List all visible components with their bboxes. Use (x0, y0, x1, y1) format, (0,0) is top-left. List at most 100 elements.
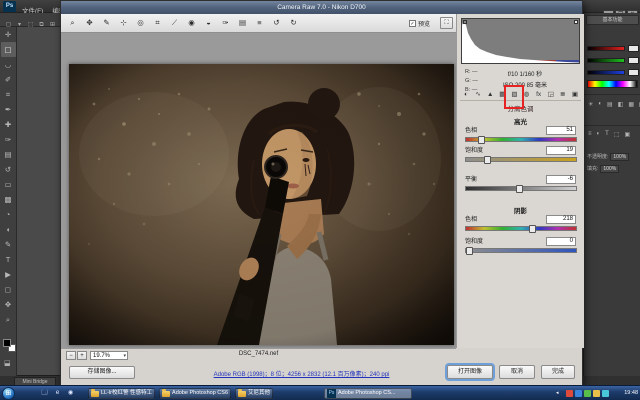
shadow-hue-slider[interactable] (465, 226, 577, 231)
tray-ime-icon[interactable] (602, 390, 609, 397)
foreground-color-swatch[interactable] (3, 339, 11, 347)
adjustment-icon[interactable]: ▤ (607, 101, 613, 108)
move-tool[interactable]: ✛ (1, 27, 16, 42)
gradient-tool[interactable]: ▩ (1, 192, 16, 207)
crop-tool[interactable]: ⌗ (1, 87, 16, 102)
eyedropper-tool[interactable]: ✒ (1, 102, 16, 117)
slider-handle[interactable] (466, 247, 473, 255)
color-ramp[interactable] (587, 80, 638, 88)
photo-preview[interactable] (69, 64, 454, 345)
color-value-green[interactable] (628, 57, 639, 64)
graduated-filter-tool-icon[interactable]: ▤ (234, 16, 251, 30)
quick-selection-tool[interactable]: ✐ (1, 72, 16, 87)
screen-mode-icon[interactable]: ⬓ (4, 359, 11, 367)
slider-handle[interactable] (516, 185, 523, 193)
type-tool[interactable]: T (1, 252, 16, 267)
taskbar-app-button-photoshop[interactable]: Ps Adobe Photoshop CS... (324, 388, 412, 399)
tray-antivirus-icon[interactable] (566, 390, 573, 397)
path-selection-tool[interactable]: ▶ (1, 267, 16, 282)
highlight-hue-value[interactable]: 51 (546, 126, 576, 135)
fullscreen-toggle-icon[interactable]: ⛶ (440, 17, 453, 29)
pen-tool[interactable]: ✎ (1, 237, 16, 252)
layers-filter-icon[interactable]: ▣ (624, 131, 630, 138)
color-value-blue[interactable] (628, 69, 639, 76)
highlight-saturation-slider[interactable] (465, 157, 577, 162)
color-slider-green[interactable] (587, 58, 625, 63)
shadow-clip-indicator-icon[interactable] (463, 20, 467, 24)
hand-tool[interactable]: ✥ (1, 297, 16, 312)
adjustment-icon[interactable]: ☀ (588, 101, 593, 108)
marquee-tool[interactable]: ▢ (1, 42, 16, 57)
tab-effects[interactable]: fx (533, 89, 545, 100)
option-icon[interactable]: ⬚ (25, 18, 36, 32)
tab-detail[interactable]: ▲ (484, 89, 496, 100)
quicklaunch-ie-icon[interactable]: e (53, 389, 62, 398)
taskbar-clock[interactable]: 19:48 (624, 386, 638, 400)
preferences-icon[interactable]: ≡ (251, 16, 268, 30)
tab-tone-curve[interactable]: ∿ (472, 89, 484, 100)
shape-tool[interactable]: ◻ (1, 282, 16, 297)
zoom-tool-icon[interactable]: ⌕ (64, 16, 81, 30)
checkbox-icon[interactable]: ✓ (409, 20, 416, 27)
healing-brush-tool[interactable]: ✚ (1, 117, 16, 132)
taskbar-folder-button[interactable]: 艾尼其他 (235, 388, 273, 399)
color-slider-blue[interactable] (587, 70, 625, 75)
quicklaunch-explorer-icon[interactable]: 🗔 (40, 389, 49, 398)
layers-filter-icon[interactable]: ≡ (588, 131, 592, 138)
open-image-button[interactable]: 打开图像 (447, 365, 493, 379)
slider-handle[interactable] (529, 225, 536, 233)
tray-expand-icon[interactable]: ◂ (556, 390, 559, 396)
zoom-level-select[interactable]: 19.7%▾ (90, 351, 128, 360)
shadow-hue-value[interactable]: 218 (546, 215, 576, 224)
start-button[interactable]: ⊞ (2, 387, 15, 400)
tray-update-icon[interactable] (593, 390, 600, 397)
preview-toggle[interactable]: ✓ 预览 (409, 19, 430, 28)
quicklaunch-media-icon[interactable]: ◉ (66, 389, 75, 398)
highlight-hue-slider[interactable] (465, 137, 577, 142)
shadow-saturation-slider[interactable] (465, 248, 577, 253)
taskbar-folder-button[interactable]: Adobe Photoshop CS6 (159, 388, 231, 399)
zoom-in-button[interactable]: + (77, 351, 87, 360)
color-sampler-tool-icon[interactable]: ⊹ (115, 16, 132, 30)
eraser-tool[interactable]: ▭ (1, 177, 16, 192)
option-icon[interactable]: ⧉ (36, 18, 47, 32)
balance-slider[interactable] (465, 186, 577, 191)
clone-stamp-tool[interactable]: ▤ (1, 147, 16, 162)
adjustment-icon[interactable]: ◧ (618, 101, 624, 108)
tab-basic[interactable]: ◐ (460, 89, 472, 100)
tray-network-icon[interactable] (575, 390, 582, 397)
tray-volume-icon[interactable] (584, 390, 591, 397)
blur-tool[interactable]: ◔ (1, 207, 16, 222)
taskbar-folder-button[interactable]: LL-lr校红警 性感特工 (88, 388, 155, 399)
layers-filter-icon[interactable]: ◐ (597, 131, 601, 138)
crop-tool-icon[interactable]: ⌗ (149, 16, 166, 30)
tab-camera-calibration[interactable]: ◲ (545, 89, 557, 100)
done-button[interactable]: 完成 (541, 365, 575, 379)
fill-value[interactable]: 100% (600, 165, 619, 173)
workspace-switcher-button[interactable]: 基本功能 (586, 15, 639, 25)
workflow-options-link[interactable]: Adobe RGB (1998)；8 位；4256 x 2832 (12.1 百… (161, 369, 442, 378)
slider-handle[interactable] (478, 136, 485, 144)
shadow-saturation-value[interactable]: 0 (546, 237, 576, 246)
rotate-right-icon[interactable]: ↻ (285, 16, 302, 30)
tab-presets[interactable]: ≣ (557, 89, 569, 100)
layers-filter-icon[interactable]: T (605, 131, 609, 138)
cancel-button[interactable]: 取消 (499, 365, 535, 379)
highlight-saturation-value[interactable]: 19 (546, 146, 576, 155)
tab-snapshots[interactable]: ▣ (569, 89, 581, 100)
red-eye-tool-icon[interactable]: ◒ (200, 16, 217, 30)
spot-removal-tool-icon[interactable]: ◉ (183, 16, 200, 30)
straighten-tool-icon[interactable]: ⟋ (166, 16, 183, 30)
highlight-clip-indicator-icon[interactable] (574, 20, 578, 24)
adjustment-icon[interactable]: ▦ (628, 101, 634, 108)
history-brush-tool[interactable]: ↺ (1, 162, 16, 177)
white-balance-tool-icon[interactable]: ✎ (98, 16, 115, 30)
balance-value[interactable]: -6 (546, 175, 576, 184)
save-image-button[interactable]: 存储图像... (69, 366, 135, 379)
slider-handle[interactable] (484, 156, 491, 164)
lasso-tool[interactable]: ◡ (1, 57, 16, 72)
zoom-tool[interactable]: ⌕ (1, 312, 16, 327)
brush-tool[interactable]: ✑ (1, 132, 16, 147)
color-value-red[interactable] (628, 45, 639, 52)
color-slider-red[interactable] (587, 46, 625, 51)
